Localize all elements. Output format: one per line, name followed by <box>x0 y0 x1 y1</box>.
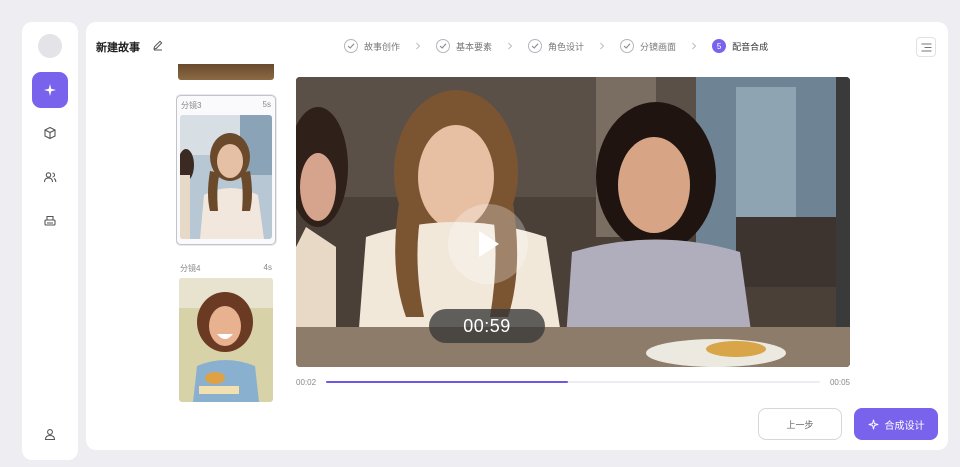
sparkle-icon <box>868 419 878 429</box>
play-icon <box>479 231 499 257</box>
sparkle-icon <box>44 84 56 96</box>
menu-button[interactable] <box>916 37 936 57</box>
next-button-label: 合成设计 <box>884 420 925 432</box>
avatar[interactable] <box>38 34 62 58</box>
storyboard-duration: 4s <box>263 263 272 272</box>
menu-icon <box>921 43 931 51</box>
check-icon <box>620 39 635 53</box>
storyboard-card[interactable]: 分镜3 5s <box>176 95 276 245</box>
check-icon <box>436 39 451 53</box>
progress-row: 00:02 00:05 <box>296 376 850 388</box>
storyboard-duration: 5s <box>262 100 271 109</box>
chevron-right-icon <box>416 42 421 50</box>
step-storyboard[interactable]: 分镜画面 <box>620 39 676 53</box>
storyboard-card[interactable]: 分镜4 4s <box>176 259 276 409</box>
storyboard-thumbnail <box>180 115 272 239</box>
printer-icon <box>44 215 56 226</box>
sidebar-item-assets[interactable] <box>32 115 68 151</box>
video-player[interactable]: 00:59 <box>296 77 850 367</box>
chevron-right-icon <box>508 42 513 50</box>
cube-icon <box>44 126 56 140</box>
storyboard-thumbnail <box>179 278 273 402</box>
step-characters[interactable]: 角色设计 <box>528 39 584 53</box>
step-label: 配音合成 <box>732 41 769 52</box>
users-icon <box>43 172 57 183</box>
storyboard-label: 分镜4 <box>180 264 201 273</box>
step-elements[interactable]: 基本要素 <box>436 39 492 53</box>
sidebar-item-create[interactable] <box>32 72 68 108</box>
prev-button[interactable]: 上一步 <box>758 408 842 440</box>
next-button[interactable]: 合成设计 <box>854 408 938 440</box>
check-icon <box>344 39 358 53</box>
current-time: 00:02 <box>296 377 317 387</box>
total-time: 00:05 <box>829 377 850 387</box>
progress-fill <box>326 381 569 383</box>
storyboard-list: 分镜3 5s 分镜4 4s <box>176 64 280 420</box>
check-icon <box>528 39 543 53</box>
play-button[interactable] <box>448 204 528 284</box>
sidebar-item-print[interactable] <box>32 203 68 239</box>
video-frame <box>296 77 850 367</box>
main-panel: 新建故事 故事创作 基本要素 角色设计 分镜画面 5 配音合成 分镜3 5s 分… <box>86 22 948 450</box>
storyboard-thumbnail-partial[interactable] <box>178 64 274 80</box>
time-display: 00:59 <box>429 309 545 343</box>
step-label: 故事创作 <box>364 41 401 52</box>
storyboard-label: 分镜3 <box>181 101 202 110</box>
pencil-icon[interactable] <box>152 39 164 51</box>
step-story[interactable]: 故事创作 <box>344 39 400 53</box>
step-voiceover[interactable]: 5 配音合成 <box>712 39 768 53</box>
sidebar-item-profile[interactable] <box>32 416 68 452</box>
progress-track[interactable] <box>326 381 820 383</box>
sidebar-item-characters[interactable] <box>32 159 68 195</box>
step-label: 角色设计 <box>548 41 585 52</box>
chevron-right-icon <box>692 42 697 50</box>
step-number: 5 <box>712 39 727 53</box>
step-label: 基本要素 <box>456 41 493 52</box>
user-icon <box>44 429 56 441</box>
step-label: 分镜画面 <box>640 41 677 52</box>
chevron-right-icon <box>600 42 605 50</box>
step-progress: 故事创作 基本要素 角色设计 分镜画面 5 配音合成 <box>344 36 768 56</box>
sidebar <box>22 22 78 460</box>
page-title: 新建故事 <box>96 42 140 54</box>
